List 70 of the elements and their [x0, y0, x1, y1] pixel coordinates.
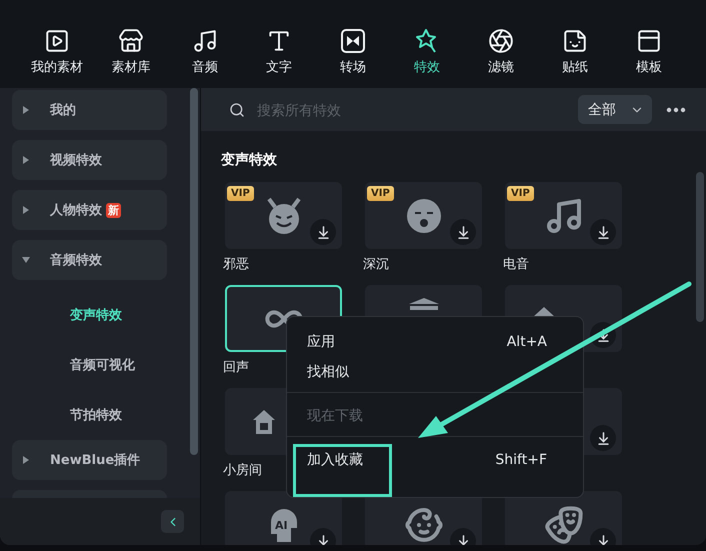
effect-card[interactable]: VIP — [365, 182, 482, 249]
transition-icon — [340, 28, 366, 54]
new-badge: 新 — [106, 203, 121, 218]
menu-item[interactable]: 加入收藏 Shift+F — [287, 445, 583, 475]
music-icon — [192, 28, 218, 54]
effect-card[interactable] — [505, 491, 622, 545]
section-title: 变声特效 — [221, 151, 278, 169]
sticker-icon — [562, 28, 588, 54]
sidebar-label: NewBlue插件 — [50, 452, 140, 469]
vip-badge: VIP — [367, 186, 394, 201]
store-icon — [118, 28, 144, 54]
download-icon[interactable] — [590, 425, 616, 451]
search-icon — [229, 102, 245, 118]
toolbar-tab[interactable]: 特效 — [390, 28, 464, 76]
sidebar-label: 人物特效 新 — [50, 202, 121, 219]
caret-right-icon — [22, 206, 30, 214]
building-icon — [408, 298, 438, 310]
vip-badge: VIP — [227, 186, 254, 201]
menu-item[interactable]: 应用 Alt+A — [287, 327, 583, 357]
toolbar-tab[interactable]: 素材库 — [94, 28, 168, 76]
sidebar-subitem[interactable]: 音频可视化 — [12, 340, 200, 390]
caret-right-icon — [22, 156, 30, 164]
effect-name: 电音 — [503, 256, 529, 273]
sidebar-item[interactable]: 人物特效 新 — [12, 190, 167, 230]
sidebar-label: 音频特效 — [50, 252, 102, 269]
sidebar-item[interactable]: 视频特效 — [12, 140, 167, 180]
effect-card[interactable]: AI — [225, 491, 342, 545]
download-icon[interactable] — [590, 219, 616, 245]
effect-name: 深沉 — [363, 256, 389, 273]
sidebar-label: 我的 — [50, 102, 76, 119]
shortcut-label: Shift+F — [495, 452, 547, 468]
house-icon — [252, 410, 274, 434]
sidebar-subitem[interactable]: 节拍特效 — [12, 390, 200, 440]
filter-icon — [488, 28, 514, 54]
template-icon — [636, 28, 662, 54]
ai-head-icon: AI — [268, 508, 298, 542]
filter-dropdown[interactable]: 全部 — [578, 95, 652, 124]
vip-badge: VIP — [507, 186, 534, 201]
download-icon[interactable] — [450, 219, 476, 245]
toolbar-tab[interactable]: 文字 — [242, 28, 316, 76]
caret-down-icon — [22, 256, 30, 264]
toolbar-tab[interactable]: 转场 — [316, 28, 390, 76]
scrollbar-thumb[interactable] — [696, 172, 704, 322]
download-icon[interactable] — [310, 219, 336, 245]
effect-card[interactable]: VIP — [505, 182, 622, 249]
sidebar-subitem[interactable]: 变声特效 — [12, 290, 200, 340]
sidebar-item[interactable]: 音频特效 — [12, 240, 167, 280]
toolbar-tab[interactable]: 贴纸 — [538, 28, 612, 76]
caret-right-icon — [22, 106, 30, 114]
sidebar-item[interactable]: NewBlue插件 — [12, 440, 167, 480]
sleepy-face-icon — [406, 198, 442, 234]
caret-right-icon — [22, 456, 30, 464]
effect-card[interactable]: VIP — [225, 182, 342, 249]
mask-icon — [544, 504, 584, 544]
effect-name: 邪恶 — [223, 256, 249, 273]
sidebar-item[interactable]: 我的 — [12, 90, 167, 130]
sidebar-label: 视频特效 — [50, 152, 102, 169]
toolbar-tab[interactable]: 模板 — [612, 28, 686, 76]
more-icon[interactable] — [666, 106, 686, 112]
scrollbar-thumb[interactable] — [190, 88, 198, 455]
menu-item[interactable]: 找相似 — [287, 357, 583, 387]
effect-name: 小房间 — [223, 462, 262, 479]
shortcut-label: Alt+A — [506, 334, 547, 350]
effect-name: 回声 — [223, 359, 249, 376]
search-input[interactable]: 搜索所有特效 — [255, 100, 578, 118]
toolbar-tab[interactable]: 滤镜 — [464, 28, 538, 76]
toolbar-tab[interactable]: 我的素材 — [20, 28, 94, 76]
media-icon — [44, 28, 70, 54]
collapse-button[interactable] — [161, 510, 184, 533]
toolbar-tab[interactable]: 音频 — [168, 28, 242, 76]
